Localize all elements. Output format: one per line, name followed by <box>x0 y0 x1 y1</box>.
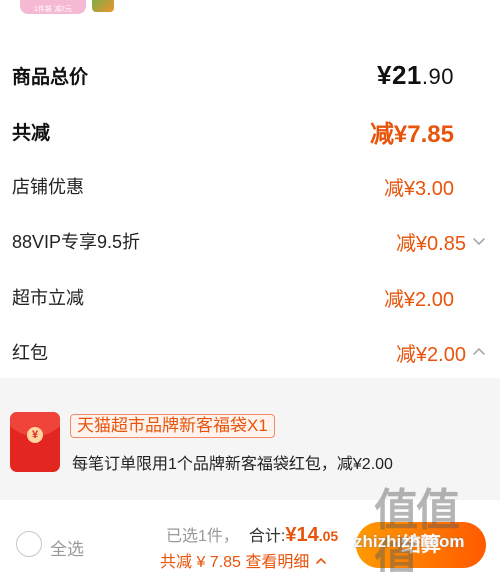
chevron-down-icon[interactable] <box>470 232 488 250</box>
store-discount-label: 店铺优惠 <box>12 177 84 197</box>
order-summary: 已选1件， 合计:¥14.05 <box>166 522 338 547</box>
supermarket-discount-label: 超市立减 <box>12 288 84 308</box>
total-discount-label: 共减 <box>12 122 51 144</box>
supermarket-discount-value: 减¥2.00 <box>383 288 454 311</box>
select-all-radio[interactable] <box>16 531 42 557</box>
view-details-link[interactable]: 共减 ¥ 7.85 查看明细 <box>160 548 328 572</box>
red-packet-row[interactable]: 红包 减¥2.00 <box>0 328 500 376</box>
goods-total-value: ¥21.90 <box>377 59 454 90</box>
total-discount-row: 共减 减¥7.85 <box>0 106 500 156</box>
red-packet-label: 红包 <box>12 343 48 363</box>
yuan-coin-icon: ¥ <box>27 427 43 443</box>
watermark-logo: 值值值 <box>374 485 460 572</box>
chevron-up-icon <box>314 554 328 568</box>
total-discount-value: 减¥7.85 <box>369 120 454 148</box>
red-packet-value[interactable]: 减¥2.00 <box>396 338 488 367</box>
red-packet-panel: ¥ 天猫超市品牌新客福袋X1 每笔订单限用1个品牌新客福袋红包，减¥2.00 <box>0 378 500 500</box>
vip-discount-row[interactable]: 88VIP专享9.5折 减¥0.85 <box>0 217 500 265</box>
total-label: 合计: <box>248 528 286 545</box>
selected-count: 已选1件， <box>166 528 239 545</box>
promo-badge: 1件装 减2元 <box>20 0 86 14</box>
red-envelope-icon: ¥ <box>10 412 60 472</box>
red-packet-tag: 天猫超市品牌新客福袋X1 <box>70 414 275 438</box>
red-packet-description: 每笔订单限用1个品牌新客福袋红包，减¥2.00 <box>72 456 393 473</box>
store-discount-value: 减¥3.00 <box>383 177 454 200</box>
store-discount-row: 店铺优惠 减¥3.00 <box>0 162 500 210</box>
total-amount: ¥14.05 <box>285 524 339 546</box>
select-all-label[interactable]: 全选 <box>50 535 84 560</box>
watermark-url: zhizhizhi.com <box>354 532 465 551</box>
vip-discount-label: 88VIP专享9.5折 <box>12 232 141 252</box>
supermarket-discount-row: 超市立减 减¥2.00 <box>0 273 500 321</box>
top-strip: 1件装 减2元 <box>0 0 500 18</box>
goods-total-row: 商品总价 ¥21.90 <box>0 50 500 100</box>
vip-discount-value[interactable]: 减¥0.85 <box>396 227 488 256</box>
goods-total-label: 商品总价 <box>12 66 89 88</box>
chevron-up-icon[interactable] <box>470 343 488 361</box>
promo-thumbnail <box>92 0 114 12</box>
